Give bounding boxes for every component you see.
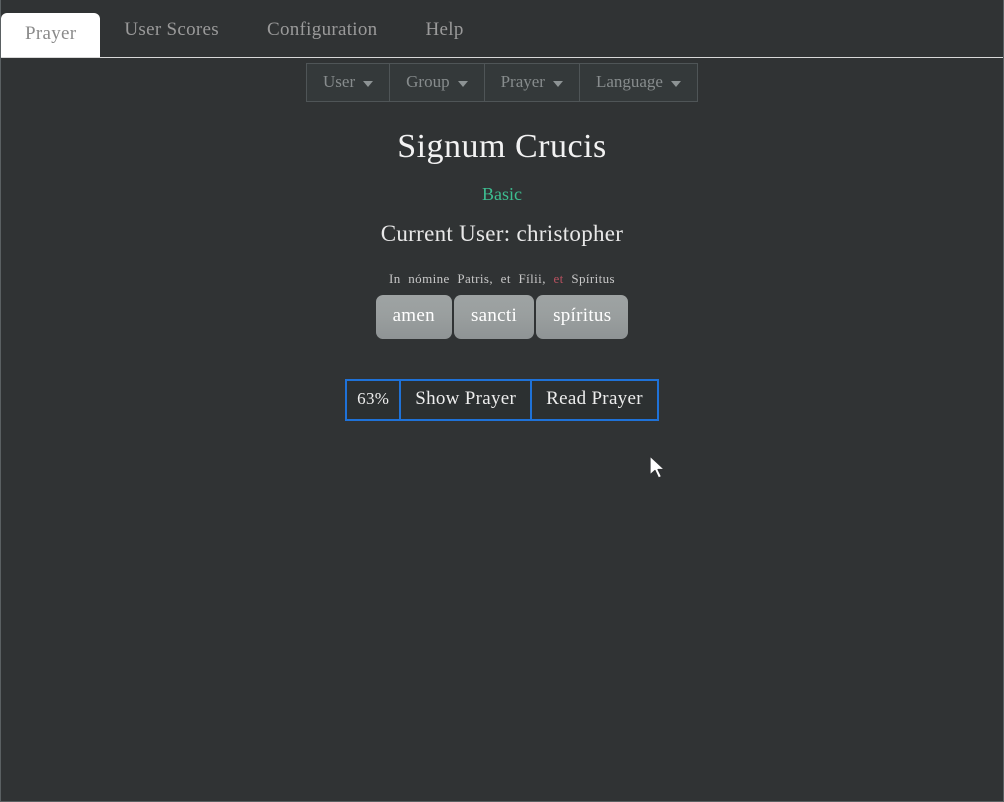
prayer-level-badge: Basic: [482, 184, 522, 204]
chevron-down-icon: [552, 80, 563, 87]
word-choice-button[interactable]: spíritus: [536, 295, 629, 339]
score-percentage-button[interactable]: 63%: [345, 379, 402, 421]
tab-help[interactable]: Help: [401, 20, 487, 57]
chevron-down-icon: [363, 80, 374, 87]
dropdown-language[interactable]: Language: [579, 63, 698, 102]
dropdown-user-label: User: [323, 72, 356, 91]
tab-prayer-label: Prayer: [25, 23, 77, 44]
prayer-word: nómine: [408, 271, 450, 286]
dropdown-group-button[interactable]: Group: [390, 63, 485, 102]
arrow-cursor: [649, 455, 666, 479]
chevron-down-icon: [670, 80, 681, 87]
dropdown-group: User Group Prayer Language: [306, 63, 698, 102]
tab-prayer[interactable]: Prayer: [1, 13, 101, 57]
dropdown-language-label: Language: [595, 72, 663, 91]
word-choice-button[interactable]: amen: [375, 295, 452, 339]
show-prayer-button[interactable]: Show Prayer: [401, 379, 533, 421]
dropdown-prayer-label: Prayer: [500, 72, 545, 91]
prayer-word: Fílii,: [518, 271, 546, 286]
tab-user-scores[interactable]: User Scores: [100, 20, 243, 57]
read-prayer-button[interactable]: Read Prayer: [532, 379, 659, 421]
dropdown-toolbar: User Group Prayer Language: [1, 63, 1003, 102]
dropdown-prayer[interactable]: Prayer: [484, 63, 580, 102]
tab-user-scores-label: User Scores: [124, 19, 219, 40]
dropdown-group-label: Group: [406, 72, 450, 91]
tab-configuration-label: Configuration: [266, 19, 378, 40]
word-choice-group: amen sancti spíritus: [1, 295, 1003, 339]
tab-bar: Prayer User Scores Configuration Help: [1, 0, 1003, 58]
tab-configuration[interactable]: Configuration: [243, 20, 402, 57]
action-row: 63% Show Prayer Read Prayer: [1, 379, 1003, 421]
word-choice-button[interactable]: sancti: [453, 295, 535, 339]
prayer-word: et: [553, 271, 564, 286]
current-user-label: Current User: christopher: [380, 221, 624, 246]
prayer-word: et: [500, 271, 511, 286]
tab-help-label: Help: [425, 19, 464, 40]
page-title: Signum Crucis: [397, 128, 607, 165]
dropdown-user[interactable]: User: [306, 63, 391, 102]
prayer-word: In: [388, 271, 401, 286]
action-button-group: 63% Show Prayer Read Prayer: [345, 379, 659, 421]
prayer-text-line: In nómine Patris, et Fílii, et Spíritus: [1, 271, 1003, 287]
chevron-down-icon: [457, 80, 468, 87]
prayer-word: Patris,: [457, 271, 494, 286]
prayer-word: Spíritus: [571, 271, 615, 286]
